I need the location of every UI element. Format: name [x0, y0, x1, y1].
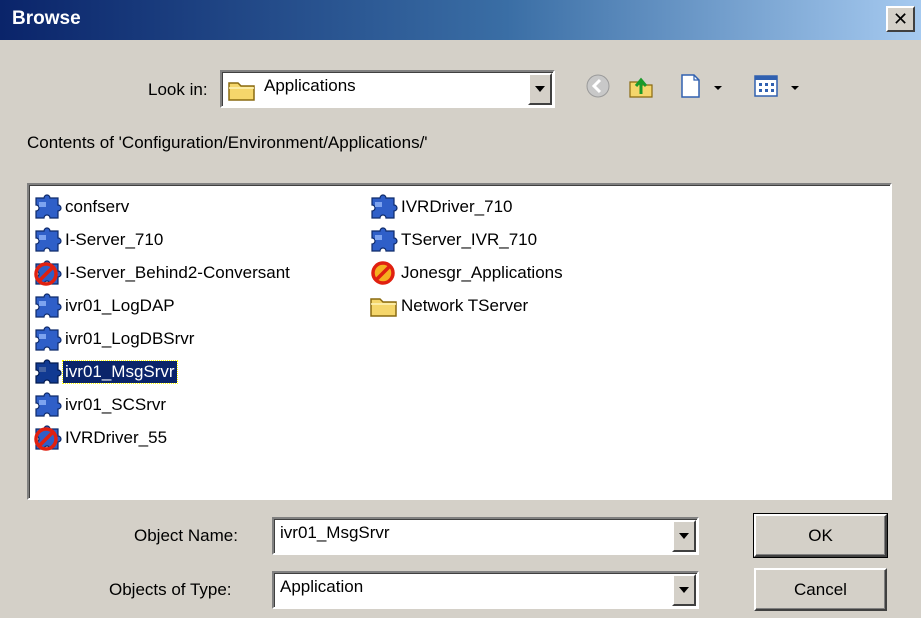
list-item-label: ivr01_LogDAP	[65, 296, 175, 315]
file-list[interactable]: confserv I-Server_710 I-Server_Behind2-C…	[27, 183, 892, 500]
cancel-button-label: Cancel	[794, 579, 847, 599]
list-item[interactable]: I-Server_Behind2-Conversant	[33, 259, 292, 287]
list-item-label: ivr01_MsgSrvr	[62, 360, 178, 384]
view-dropdown-caret[interactable]	[791, 86, 799, 90]
list-item[interactable]: confserv	[33, 193, 131, 221]
application-icon	[33, 194, 63, 220]
close-icon: ✕	[892, 9, 909, 29]
list-item[interactable]: I-Server_710	[33, 226, 165, 254]
disabled-application-icon	[33, 260, 63, 286]
object-name-value: ivr01_MsgSrvr	[280, 523, 390, 542]
list-item-label: Jonesgr_Applications	[401, 263, 563, 282]
application-icon	[33, 392, 63, 418]
list-item-selected[interactable]: ivr01_MsgSrvr	[33, 358, 178, 386]
view-menu-icon[interactable]	[752, 72, 780, 100]
list-item[interactable]: Network TServer	[369, 292, 530, 320]
ok-button-label: OK	[808, 525, 833, 545]
new-folder-icon[interactable]	[676, 72, 704, 100]
look-in-value: Applications	[264, 76, 356, 95]
object-type-label: Objects of Type:	[109, 580, 232, 599]
folder-icon	[369, 293, 399, 319]
up-folder-icon[interactable]	[627, 72, 655, 100]
contents-path-label: Contents of 'Configuration/Environment/A…	[27, 133, 428, 152]
application-icon	[33, 227, 63, 253]
list-item-label: I-Server_Behind2-Conversant	[65, 263, 290, 282]
object-type-combo[interactable]: Application	[272, 571, 699, 609]
list-item[interactable]: IVRDriver_710	[369, 193, 515, 221]
list-item-label: ivr01_LogDBSrvr	[65, 329, 195, 348]
list-item-label: Network TServer	[401, 296, 529, 315]
object-type-dropdown-arrow[interactable]	[672, 574, 696, 606]
application-icon	[33, 293, 63, 319]
list-item-label: IVRDriver_55	[65, 428, 168, 447]
application-icon	[33, 326, 63, 352]
disabled-application-icon	[33, 425, 63, 451]
list-item-label: TServer_IVR_710	[401, 230, 538, 249]
new-dropdown-caret[interactable]	[714, 86, 722, 90]
application-icon	[369, 194, 399, 220]
folder-icon	[227, 78, 257, 107]
list-item-label: IVRDriver_710	[401, 197, 513, 216]
object-name-combo[interactable]: ivr01_MsgSrvr	[272, 517, 699, 555]
ok-button[interactable]: OK	[753, 513, 888, 558]
object-type-value: Application	[280, 577, 364, 596]
disabled-folder-icon	[369, 260, 399, 286]
cancel-button[interactable]: Cancel	[754, 568, 887, 611]
list-item[interactable]: ivr01_LogDBSrvr	[33, 325, 196, 353]
look-in-dropdown-arrow[interactable]	[528, 73, 552, 105]
application-icon	[369, 227, 399, 253]
object-name-label: Object Name:	[134, 526, 238, 545]
list-item-label: I-Server_710	[65, 230, 164, 249]
list-item[interactable]: IVRDriver_55	[33, 424, 169, 452]
list-item[interactable]: Jonesgr_Applications	[369, 259, 565, 287]
back-icon[interactable]	[584, 72, 612, 100]
title-bar[interactable]: Browse ✕	[0, 0, 921, 40]
look-in-combo[interactable]: Applications	[220, 70, 555, 108]
close-button[interactable]: ✕	[886, 6, 915, 32]
browse-dialog: Browse ✕ Look in: Applications Contents …	[0, 0, 921, 618]
list-item[interactable]: ivr01_LogDAP	[33, 292, 177, 320]
dialog-title: Browse	[12, 8, 81, 29]
list-item-label: confserv	[65, 197, 130, 216]
look-in-label: Look in:	[148, 80, 208, 99]
application-icon	[33, 359, 63, 385]
list-item[interactable]: ivr01_SCSrvr	[33, 391, 168, 419]
object-name-dropdown-arrow[interactable]	[672, 520, 696, 552]
list-item-label: ivr01_SCSrvr	[65, 395, 167, 414]
list-item[interactable]: TServer_IVR_710	[369, 226, 539, 254]
